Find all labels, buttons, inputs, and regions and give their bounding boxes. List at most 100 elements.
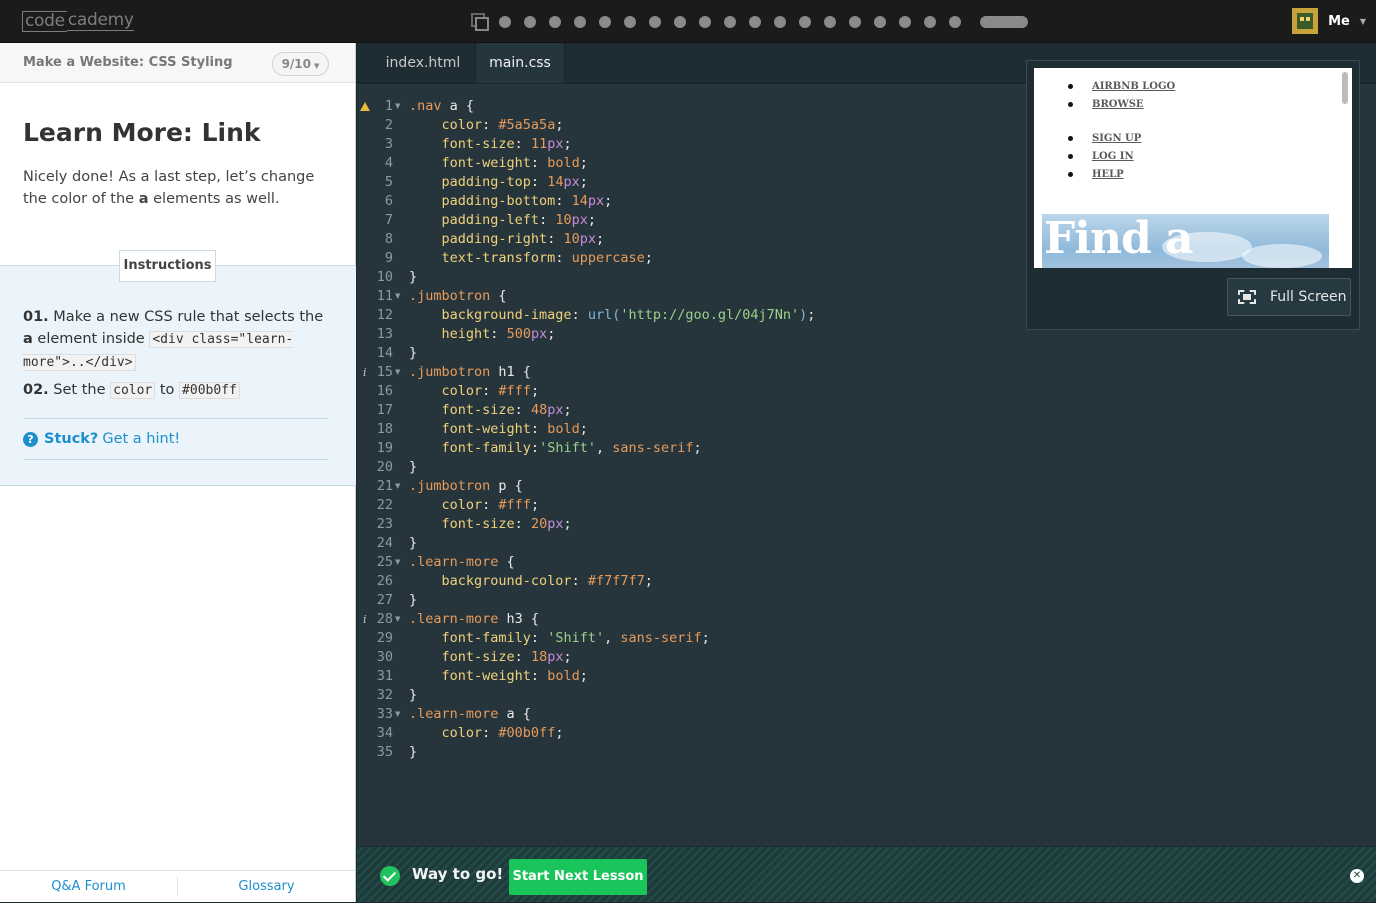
code-line[interactable]: padding-left: 10px; [409,211,596,230]
progress-dot[interactable] [649,16,661,28]
warning-icon[interactable] [360,102,370,111]
tab-main-css[interactable]: main.css [475,43,565,83]
code-line[interactable]: font-size: 48px; [409,401,572,420]
code-line[interactable]: .nav a { [409,97,474,116]
code-line[interactable]: } [409,268,417,287]
question-icon: ? [23,431,38,447]
fullscreen-button[interactable]: Full Screen [1227,278,1351,316]
progress-dot[interactable] [899,16,911,28]
progress-dot[interactable] [574,16,586,28]
preview-nav-list: SIGN UP LOG IN HELP [1064,130,1141,184]
lesson-title: Make a Website: CSS Styling [23,55,233,70]
intro-bold: a [138,191,149,207]
qa-forum-link[interactable]: Q&A Forum [0,871,177,902]
progress-dot[interactable] [749,16,761,28]
code-line[interactable]: font-weight: bold; [409,154,588,173]
code-line[interactable]: font-size: 18px; [409,648,572,667]
fullscreen-label: Full Screen [1270,289,1347,305]
code-line[interactable]: padding-bottom: 14px; [409,192,613,211]
code-line[interactable]: } [409,686,417,705]
code-line[interactable]: padding-top: 14px; [409,173,588,192]
preview-nav-link[interactable]: BROWSE [1064,96,1175,114]
progress-dot[interactable] [799,16,811,28]
glossary-link[interactable]: Glossary [178,871,355,902]
check-icon [380,866,400,886]
step-text: Set the [48,382,111,398]
progress-dot[interactable] [724,16,736,28]
code-line[interactable]: } [409,743,417,762]
progress-current[interactable] [980,16,1028,28]
user-menu[interactable]: Me ▼ [1292,8,1366,34]
line-number: 31 [376,668,393,684]
progress-dot[interactable] [699,16,711,28]
line-number: 12 [376,307,393,323]
code-line[interactable]: font-weight: bold; [409,667,588,686]
progress-dot[interactable] [674,16,686,28]
progress-dot[interactable] [524,16,536,28]
code-line[interactable]: .learn-more { [409,553,515,572]
code-line[interactable]: text-transform: uppercase; [409,249,653,268]
code-line[interactable]: font-weight: bold; [409,420,588,439]
fold-arrow-icon[interactable]: ▼ [395,705,400,724]
progress-dot[interactable] [599,16,611,28]
code-line[interactable]: height: 500px; [409,325,556,344]
code-line[interactable]: } [409,534,417,553]
code-line[interactable]: .jumbotron h1 { [409,363,531,382]
fold-arrow-icon[interactable]: ▼ [395,477,400,496]
code-line[interactable]: } [409,591,417,610]
code-line[interactable]: background-color: #f7f7f7; [409,572,653,591]
fold-arrow-icon[interactable]: ▼ [395,363,400,382]
lesson-panel: Make a Website: CSS Styling 9/10 ▼ Learn … [0,43,356,902]
code-line[interactable]: .jumbotron p { [409,477,523,496]
course-overview-icon[interactable] [471,13,489,31]
code-line[interactable]: font-family: 'Shift', sans-serif; [409,629,710,648]
code-line[interactable]: font-size: 11px; [409,135,572,154]
line-number: 23 [376,516,393,532]
progress-dot[interactable] [624,16,636,28]
fold-arrow-icon[interactable]: ▼ [395,610,400,629]
lesson-header: Make a Website: CSS Styling 9/10 ▼ [0,43,355,83]
line-number: 21 [376,478,393,494]
preview-nav-link[interactable]: SIGN UP [1064,130,1141,148]
lesson-count-dropdown[interactable]: 9/10 ▼ [272,52,329,76]
code-line[interactable]: color: #5a5a5a; [409,116,564,135]
code-line[interactable]: .learn-more a { [409,705,531,724]
code-line[interactable]: color: #00b0ff; [409,724,564,743]
code-line[interactable]: background-image: url('http://goo.gl/04j… [409,306,816,325]
preview-frame[interactable]: AIRBNB LOGO BROWSE SIGN UP LOG IN HELP Find… [1034,68,1352,268]
code-line[interactable]: } [409,458,417,477]
preview-scrollbar[interactable] [1342,72,1348,104]
line-number: 13 [376,326,393,342]
start-next-lesson-button[interactable]: Start Next Lesson [509,859,647,895]
progress-dot[interactable] [874,16,886,28]
progress-dot[interactable] [499,16,511,28]
fold-arrow-icon[interactable]: ▼ [395,287,400,306]
tab-index-html[interactable]: index.html [371,43,475,83]
code-line[interactable]: padding-right: 10px; [409,230,605,249]
code-line[interactable]: } [409,344,417,363]
preview-nav-link[interactable]: AIRBNB LOGO [1064,78,1175,96]
progress-dot[interactable] [774,16,786,28]
info-icon[interactable]: i [363,363,367,382]
progress-dot[interactable] [824,16,836,28]
preview-nav-link[interactable]: LOG IN [1064,148,1141,166]
code-line[interactable]: color: #fff; [409,382,540,401]
code-line[interactable]: .jumbotron { [409,287,507,306]
progress-dot[interactable] [549,16,561,28]
code-line[interactable]: .learn-more h3 { [409,610,539,629]
fold-arrow-icon[interactable]: ▼ [395,553,400,572]
fold-arrow-icon[interactable]: ▼ [395,97,400,116]
progress-dot[interactable] [849,16,861,28]
progress-dot[interactable] [949,16,961,28]
info-icon[interactable]: i [363,610,367,629]
code-line[interactable]: font-family:'Shift', sans-serif; [409,439,702,458]
codecademy-logo[interactable]: code cademy [22,10,134,32]
fullscreen-icon [1238,290,1256,304]
preview-nav-link[interactable]: HELP [1064,166,1141,184]
hint-link[interactable]: ? Stuck? Get a hint! [23,418,329,460]
close-icon[interactable]: ✕ [1350,869,1364,883]
code-line[interactable]: color: #fff; [409,496,540,515]
progress-dot[interactable] [924,16,936,28]
code-line[interactable]: font-size: 20px; [409,515,572,534]
page-title: Learn More: Link [23,118,261,147]
